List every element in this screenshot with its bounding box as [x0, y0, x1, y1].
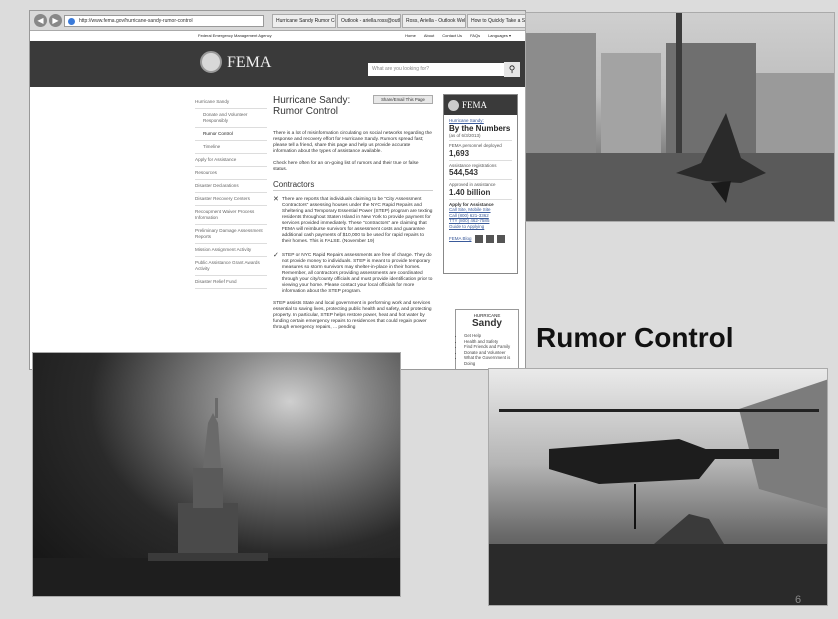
numbers-body: Hurricane Sandy: By the Numbers (as of 6… [444, 115, 517, 246]
back-icon[interactable]: ◀ [34, 14, 47, 27]
nav-recovery-centers[interactable]: Disaster Recovery Centers [195, 193, 267, 206]
slide-number: 6 [795, 594, 802, 606]
link-contact[interactable]: Contact Us [442, 31, 462, 41]
sandy-link[interactable]: What the Government is Doing [464, 355, 514, 366]
nav-recoupment[interactable]: Recoupment Waiver Process Information [195, 206, 267, 225]
helicopter-illustration [489, 379, 827, 605]
tab-owa[interactable]: Ross, Ariella - Outlook Web App [402, 14, 466, 28]
nav-damage-reports[interactable]: Preliminary Damage Assessment Reports [195, 225, 267, 244]
street-shark-illustration [526, 13, 834, 221]
stat-value: 1,693 [449, 149, 512, 161]
link-home[interactable]: Home [405, 31, 416, 41]
tab-rumor-control[interactable]: Hurricane Sandy Rumor Co... [272, 14, 336, 28]
rumor-false-text: There are reports that individuals claim… [281, 197, 433, 244]
check-back-text: Check here often for an on-going list of… [273, 161, 419, 172]
photo-liberty-storm [32, 352, 401, 597]
link-about[interactable]: About [424, 31, 434, 41]
sandy-small: HURRICANE [473, 313, 501, 318]
apply-link[interactable]: Guide to Applying [449, 224, 512, 230]
numbers-date: (as of 6/3/2013) [449, 133, 512, 141]
social-row: FEMA Blog [449, 235, 512, 243]
stat-value: 544,543 [449, 168, 512, 180]
browser-chrome: ◀ ▶ http://www.fema.gov/hurricane-sandy-… [30, 11, 525, 31]
sandy-big: Sandy [471, 318, 502, 329]
nav-relief-fund[interactable]: Disaster Relief Fund [195, 276, 267, 289]
numbers-header: FEMA [444, 95, 517, 115]
step-text: STEP assists State and local government … [273, 301, 432, 330]
sandy-link[interactable]: Find Friends and Family [464, 344, 514, 350]
blog-link[interactable]: FEMA Blog [449, 236, 472, 242]
numbers-brand: FEMA [462, 100, 488, 110]
dhs-seal-icon [200, 51, 222, 73]
numbers-title: By the Numbers [449, 123, 511, 133]
slide: ◀ ▶ http://www.fema.gov/hurricane-sandy-… [0, 0, 838, 619]
intro-text: There is a lot of misinformation circula… [273, 131, 432, 154]
sandy-list: Get Help Health and Safety Find Friends … [456, 329, 518, 366]
top-links: Home About Contact Us FAQs Languages ▾ [405, 31, 511, 41]
main-content: Hurricane Sandy: Rumor Control Share/Ema… [273, 95, 433, 331]
nav-mission[interactable]: Mission Assignment Activity [195, 244, 267, 257]
liberty-illustration [33, 398, 400, 596]
photo-helicopter-shark [488, 368, 828, 606]
nav-apply[interactable]: Apply for Assistance [195, 154, 267, 167]
hurricane-sandy-box: HURRICANE Sandy Get Help Health and Safe… [455, 309, 519, 369]
globe-icon [68, 18, 75, 25]
fema-screenshot: ◀ ▶ http://www.fema.gov/hurricane-sandy-… [29, 10, 526, 370]
true-check-icon: ✓ [273, 252, 279, 259]
nav-timeline[interactable]: Timeline [195, 141, 267, 154]
stat-value: 1.40 billion [449, 188, 512, 200]
page-title: Hurricane Sandy: Rumor Control [273, 95, 351, 117]
link-languages[interactable]: Languages ▾ [488, 31, 511, 41]
nav-grant-awards[interactable]: Public Assistance Grant Awards Activity [195, 257, 267, 276]
search-icon[interactable]: ⚲ [504, 62, 520, 77]
by-the-numbers-box: FEMA Hurricane Sandy: By the Numbers (as… [443, 94, 518, 274]
youtube-icon[interactable] [496, 235, 505, 243]
fema-header: FEMA What are you looking for? ⚲ [30, 41, 525, 87]
dhs-seal-icon [448, 100, 459, 111]
utility-bar: Federal Emergency Management Agency Home… [30, 31, 525, 41]
slide-title: Rumor Control [536, 322, 734, 353]
nav-hurricane-sandy[interactable]: Hurricane Sandy [195, 96, 267, 109]
photo-street-shark [525, 12, 835, 222]
address-text: http://www.fema.gov/hurricane-sandy-rumo… [79, 18, 193, 24]
agency-name: Federal Emergency Management Agency [198, 33, 272, 38]
share-button[interactable]: Share/Email This Page [373, 95, 433, 104]
fema-logo[interactable]: FEMA [227, 54, 271, 72]
forward-icon[interactable]: ▶ [49, 14, 62, 27]
nav-declarations[interactable]: Disaster Declarations [195, 180, 267, 193]
tab-outlook[interactable]: Outlook - ariella.ross@outlook... [337, 14, 401, 28]
tab-screenshot-howto[interactable]: How to Quickly Take a Screen... [467, 14, 525, 28]
rumor-item-true: ✓ STEP or NYC Rapid Repairs assessments … [273, 252, 433, 295]
twitter-icon[interactable] [485, 235, 494, 243]
false-x-icon: ✕ [273, 196, 279, 203]
nav-resources[interactable]: Resources [195, 167, 267, 180]
rumor-true-text: STEP or NYC Rapid Repairs assessments ar… [281, 253, 433, 294]
search-input[interactable]: What are you looking for? [368, 63, 504, 76]
address-bar[interactable]: http://www.fema.gov/hurricane-sandy-rumo… [64, 15, 264, 27]
nav-rumor-control[interactable]: Rumor Control [195, 128, 267, 141]
nav-donate[interactable]: Donate and Volunteer Responsibly [195, 109, 267, 128]
left-nav: Hurricane Sandy Donate and Volunteer Res… [195, 96, 267, 289]
link-faqs[interactable]: FAQs [470, 31, 480, 41]
facebook-icon[interactable] [474, 235, 483, 243]
rumor-item-false: ✕ There are reports that individuals cla… [273, 196, 433, 245]
section-heading: Contractors [273, 181, 433, 191]
